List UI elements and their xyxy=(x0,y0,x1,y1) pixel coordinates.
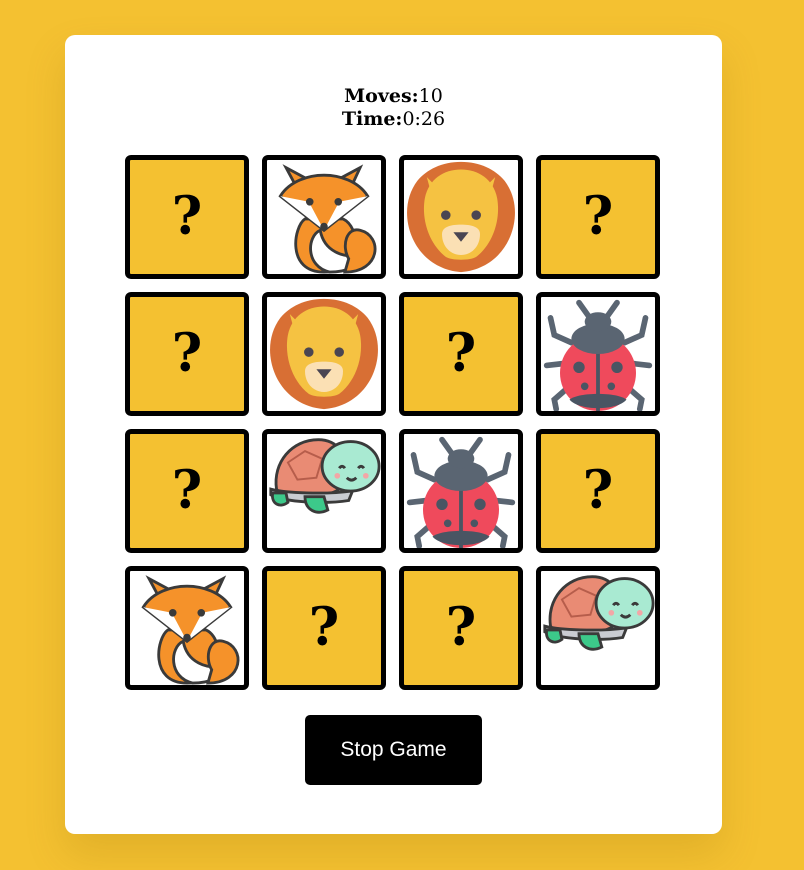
card-ladybug[interactable] xyxy=(536,292,660,416)
card-hidden[interactable]: ? xyxy=(536,429,660,553)
card-lion[interactable] xyxy=(399,155,523,279)
card-fox[interactable] xyxy=(125,566,249,690)
card-hidden[interactable]: ? xyxy=(399,566,523,690)
time-label: Time: xyxy=(341,108,403,130)
question-mark: ? xyxy=(445,597,477,658)
question-mark: ? xyxy=(582,186,614,247)
stop-game-button[interactable]: Stop Game xyxy=(305,715,482,785)
fox-icon xyxy=(130,571,244,685)
card-hidden[interactable]: ? xyxy=(399,292,523,416)
card-hidden[interactable]: ? xyxy=(125,292,249,416)
game-panel: Moves:10 Time:0:26 ? ?? ? ? ? ? ? Stop G… xyxy=(65,35,722,834)
card-fox[interactable] xyxy=(262,155,386,279)
card-hidden[interactable]: ? xyxy=(125,155,249,279)
card-grid: ? ?? ? ? ? ? ? xyxy=(125,155,660,690)
card-lion[interactable] xyxy=(262,292,386,416)
lion-icon xyxy=(404,160,518,274)
time-value: 0:26 xyxy=(402,108,446,130)
moves-label: Moves: xyxy=(344,85,419,107)
turtle-icon xyxy=(267,434,381,548)
time-counter: Time:0:26 xyxy=(65,108,722,130)
card-turtle[interactable] xyxy=(262,429,386,553)
card-hidden[interactable]: ? xyxy=(125,429,249,553)
turtle-icon xyxy=(541,571,655,685)
fox-icon xyxy=(267,160,381,274)
card-hidden[interactable]: ? xyxy=(536,155,660,279)
lion-icon xyxy=(267,297,381,411)
question-mark: ? xyxy=(171,323,203,384)
question-mark: ? xyxy=(582,460,614,521)
moves-value: 10 xyxy=(418,85,443,107)
ladybug-icon xyxy=(541,297,655,411)
question-mark: ? xyxy=(171,186,203,247)
question-mark: ? xyxy=(445,323,477,384)
card-turtle[interactable] xyxy=(536,566,660,690)
question-mark: ? xyxy=(308,597,340,658)
card-hidden[interactable]: ? xyxy=(262,566,386,690)
question-mark: ? xyxy=(171,460,203,521)
ladybug-icon xyxy=(404,434,518,548)
moves-counter: Moves:10 xyxy=(65,85,722,107)
card-ladybug[interactable] xyxy=(399,429,523,553)
